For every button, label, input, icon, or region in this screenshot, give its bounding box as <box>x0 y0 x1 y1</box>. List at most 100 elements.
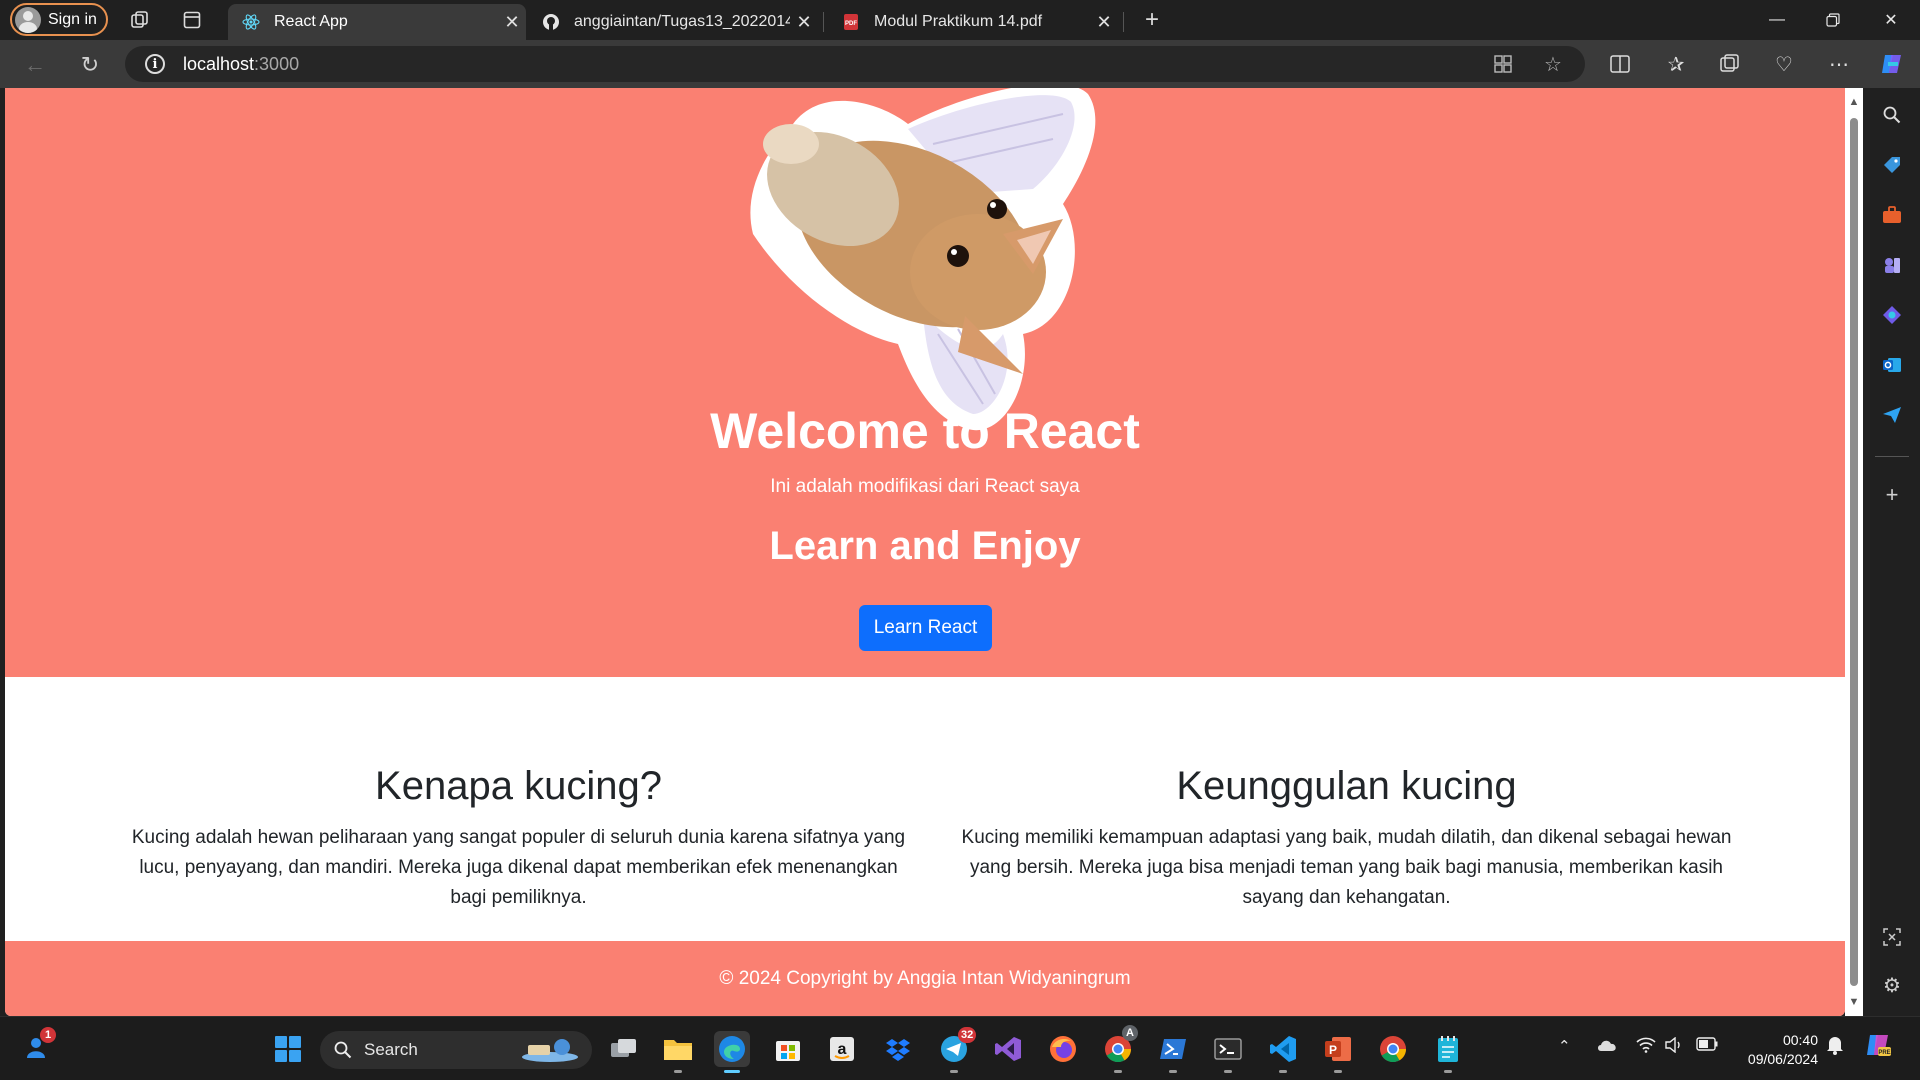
address-bar[interactable]: i localhost:3000 <box>125 46 1585 82</box>
amazon-icon[interactable]: a <box>824 1031 860 1067</box>
scroll-up-icon[interactable]: ▲ <box>1848 96 1860 108</box>
clock-time: 00:40 <box>1782 1032 1818 1048</box>
section-title: Kenapa kucing? <box>375 764 662 808</box>
notification-bell-icon[interactable] <box>1826 1035 1844 1059</box>
copilot-icon[interactable] <box>1878 50 1906 78</box>
search-highlight-icon <box>522 1039 578 1062</box>
chrome-profile-icon[interactable]: A <box>1100 1025 1138 1073</box>
url-port: :3000 <box>254 53 300 74</box>
tab-github[interactable]: anggiaintan/Tugas13_20220140 ✕ <box>528 4 818 40</box>
battery-icon[interactable] <box>1696 1037 1718 1055</box>
page-footer: © 2024 Copyright by Anggia Intan Widyani… <box>5 941 1845 1016</box>
dropbox-icon[interactable] <box>880 1031 916 1067</box>
app-available-icon[interactable] <box>1490 51 1516 77</box>
people-widget-icon[interactable]: 1 <box>20 1027 56 1065</box>
volume-icon[interactable] <box>1664 1036 1684 1057</box>
collections-icon[interactable] <box>1716 50 1744 78</box>
hero-subtitle: Ini adalah modifikasi dari React saya <box>770 476 1080 497</box>
scroll-down-icon[interactable]: ▼ <box>1848 996 1860 1008</box>
running-indicator <box>724 1070 740 1073</box>
close-window-icon[interactable]: ✕ <box>1866 6 1916 34</box>
telegram-icon[interactable]: 32 <box>936 1027 977 1073</box>
url-host: localhost <box>183 53 255 74</box>
new-tab-icon[interactable]: + <box>1140 6 1164 33</box>
section-title: Keunggulan kucing <box>1176 764 1517 808</box>
system-clock[interactable]: 00:40 09/06/2024 <box>1726 1031 1818 1069</box>
github-icon <box>542 13 560 31</box>
file-explorer-icon[interactable] <box>660 1031 696 1073</box>
settings-gear-icon[interactable]: ⚙ <box>1879 972 1905 998</box>
page-scrollbar[interactable]: ▲ ▼ <box>1845 88 1863 1016</box>
windows-taskbar: 1 Search a 32 A P ⌃ 00:40 09/06/2024 PRE <box>0 1016 1920 1080</box>
close-tab-icon[interactable]: ✕ <box>790 12 818 33</box>
page-viewport: Welcome to React Ini adalah modifikasi d… <box>5 88 1845 1016</box>
workspaces-icon[interactable] <box>128 8 152 32</box>
tab-title: Modul Praktikum 14.pdf <box>874 13 1043 30</box>
running-indicator <box>1334 1070 1342 1073</box>
add-sidebar-app-icon[interactable]: + <box>1879 482 1905 508</box>
tab-title: React App <box>274 13 348 30</box>
onedrive-cloud-icon[interactable] <box>1596 1037 1618 1057</box>
close-tab-icon[interactable]: ✕ <box>1090 12 1118 33</box>
task-view-icon[interactable] <box>606 1031 642 1067</box>
screenshot-icon[interactable] <box>1879 924 1905 950</box>
back-arrow-icon[interactable]: ← <box>20 50 50 80</box>
copilot-sidebar-icon[interactable] <box>1879 302 1905 328</box>
sign-in-button[interactable]: Sign in <box>10 3 108 36</box>
powershell-icon[interactable] <box>1155 1031 1191 1073</box>
why-cats-section: Kenapa kucing? Kucing adalah hewan pelih… <box>131 764 906 913</box>
profile-avatar-icon <box>15 6 41 33</box>
firefox-icon[interactable] <box>1045 1031 1081 1067</box>
split-screen-icon[interactable] <box>1606 50 1634 78</box>
edge-sidebar: + ⚙ <box>1863 88 1920 1016</box>
learn-react-button[interactable]: Learn React <box>859 605 992 651</box>
outlook-icon[interactable] <box>1879 352 1905 378</box>
refresh-icon[interactable]: ↻ <box>75 50 105 80</box>
start-button-icon[interactable] <box>270 1031 306 1067</box>
react-icon <box>242 13 260 31</box>
favorites-icon[interactable]: ✰ <box>1662 50 1690 78</box>
section-text: Kucing memiliki kemampuan adaptasi yang … <box>961 827 1732 908</box>
running-indicator <box>1169 1070 1177 1073</box>
copilot-preview-icon[interactable]: PRE <box>1864 1031 1892 1063</box>
site-info-icon[interactable]: i <box>145 54 165 74</box>
chrome-icon[interactable] <box>1375 1031 1411 1067</box>
wifi-icon[interactable] <box>1636 1037 1656 1057</box>
running-indicator <box>1114 1070 1122 1073</box>
microsoft-store-icon[interactable] <box>770 1031 806 1067</box>
notepad-icon[interactable] <box>1430 1031 1466 1073</box>
tab-pdf[interactable]: PDF Modul Praktikum 14.pdf ✕ <box>828 4 1118 40</box>
tools-icon[interactable] <box>1879 202 1905 228</box>
minimize-icon[interactable]: — <box>1752 6 1802 34</box>
search-icon[interactable] <box>1879 102 1905 128</box>
show-hidden-icons-chevron-icon[interactable]: ⌃ <box>1558 1037 1571 1055</box>
visual-studio-icon[interactable] <box>990 1031 1026 1067</box>
shopping-tag-icon[interactable] <box>1879 152 1905 178</box>
more-options-icon[interactable]: ⋯ <box>1825 50 1853 78</box>
favorite-star-icon[interactable]: ☆ <box>1540 51 1566 77</box>
svg-text:PRE: PRE <box>1878 1050 1890 1056</box>
drop-send-icon[interactable] <box>1879 402 1905 428</box>
tab-react-app[interactable]: React App ✕ <box>228 4 526 40</box>
tab-actions-icon[interactable] <box>180 8 204 32</box>
edge-browser-icon[interactable] <box>714 1031 750 1073</box>
close-tab-icon[interactable]: ✕ <box>498 12 526 33</box>
taskbar-search[interactable]: Search <box>320 1031 592 1069</box>
restore-icon[interactable] <box>1808 6 1858 34</box>
hero-heading: Learn and Enjoy <box>769 524 1081 568</box>
terminal-icon[interactable] <box>1210 1031 1246 1073</box>
browser-essentials-icon[interactable]: ♡ <box>1770 50 1798 78</box>
running-indicator <box>1224 1070 1232 1073</box>
svg-text:PDF: PDF <box>845 21 857 27</box>
scrollbar-thumb[interactable] <box>1850 118 1858 986</box>
games-icon[interactable] <box>1879 252 1905 278</box>
telegram-badge: 32 <box>958 1027 977 1043</box>
vscode-icon[interactable] <box>1265 1031 1301 1073</box>
profile-badge-icon: A <box>1122 1025 1138 1041</box>
cat-advantages-section: Keunggulan kucing Kucing memiliki kemamp… <box>959 764 1734 913</box>
tab-divider <box>1123 12 1124 32</box>
running-indicator <box>1279 1070 1287 1073</box>
powerpoint-icon[interactable]: P <box>1320 1031 1356 1073</box>
tab-divider <box>823 12 824 32</box>
running-indicator <box>950 1070 958 1073</box>
